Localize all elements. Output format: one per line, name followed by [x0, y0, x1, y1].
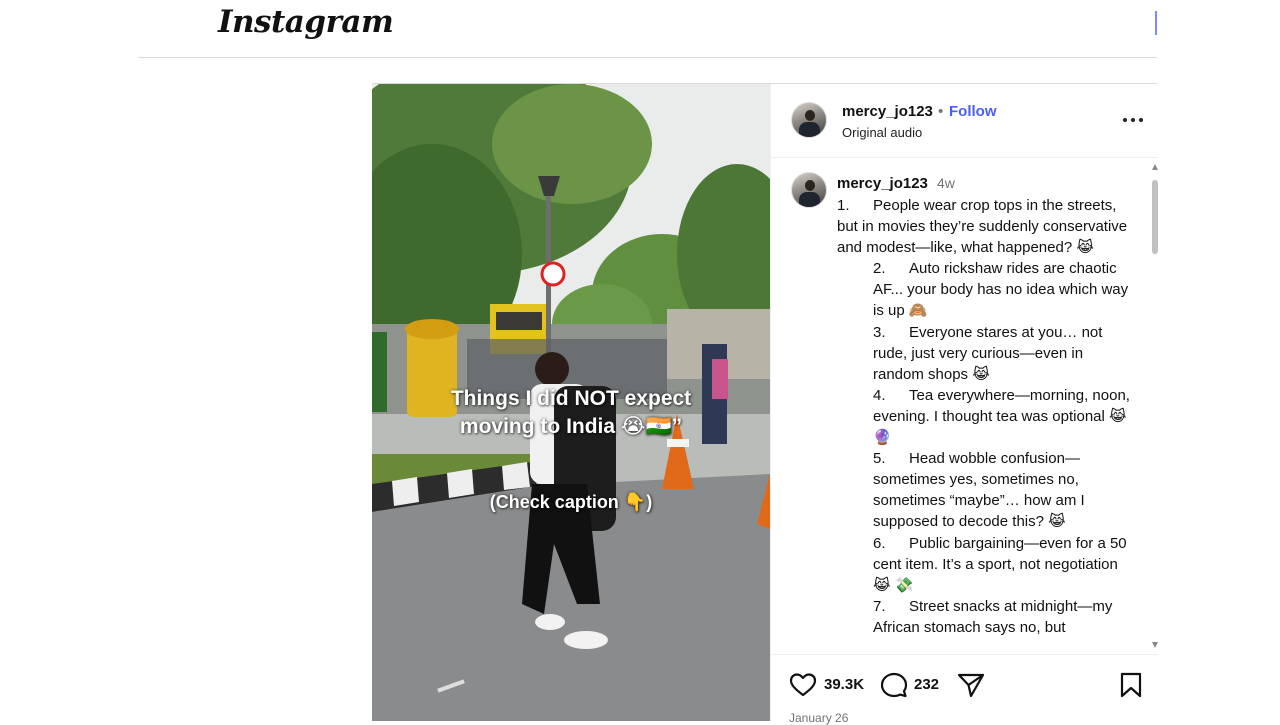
share-icon[interactable]: [957, 672, 985, 698]
caption-item-number: 7.: [873, 597, 886, 615]
caption-item-number: 1.: [837, 197, 850, 214]
caption-item-text: Public bargaining—even for a 50 cent ite…: [873, 534, 1127, 594]
comment-count[interactable]: 232: [914, 676, 939, 693]
caption-item-number: 3.: [873, 323, 886, 341]
top-divider: [138, 57, 1157, 58]
author-username[interactable]: mercy_jo123: [842, 103, 933, 120]
post-dialog: Things I did NOT expect moving to India …: [372, 83, 1158, 725]
caption-list-item: 7. Street snacks at midnight—my African s…: [837, 596, 1137, 638]
action-bar: 39.3K 232 January 26: [771, 654, 1158, 725]
post-date[interactable]: January 26: [789, 711, 848, 725]
caption-text: 1. People wear crop tops in the streets, …: [837, 195, 1137, 654]
audio-link[interactable]: Original audio: [842, 125, 922, 140]
post-side-panel: mercy_jo123 • Follow Original audio merc…: [770, 84, 1158, 725]
scroll-thumb[interactable]: [1152, 180, 1158, 254]
video-overlay-subtitle: (Check caption 👇): [489, 492, 653, 512]
caption-scrollbar[interactable]: [1152, 164, 1158, 654]
caption-item-text: Tea everywhere—morning, noon, evening. I…: [873, 386, 1130, 447]
caption-time[interactable]: 4w: [937, 175, 955, 191]
caption-list-item: 4. Tea everywhere—morning, noon, evening.…: [837, 385, 1137, 448]
author-avatar[interactable]: [791, 102, 827, 138]
overlay-title-line-1: Things I did NOT expect: [450, 387, 692, 410]
caption-item-text: Street snacks at midnight—my African sto…: [873, 597, 1113, 636]
post-video[interactable]: Things I did NOT expect moving to India …: [372, 84, 770, 721]
bookmark-icon[interactable]: [1119, 672, 1143, 698]
caption-item-number: 5.: [873, 450, 886, 468]
caption-list-item: 3. Everyone stares at you… not rude, just…: [837, 322, 1137, 385]
more-options-icon[interactable]: [1121, 110, 1145, 130]
scroll-down-arrow-icon[interactable]: [1152, 642, 1158, 648]
caption-username[interactable]: mercy_jo123: [837, 175, 928, 192]
caption-item-number: 4.: [873, 386, 886, 404]
scroll-up-arrow-icon[interactable]: [1152, 164, 1158, 170]
follow-button[interactable]: Follow: [949, 103, 997, 120]
separator-dot: •: [938, 103, 944, 120]
heart-icon[interactable]: [789, 672, 817, 698]
caption-author-avatar[interactable]: [791, 172, 827, 208]
caption-item-number: 2.: [873, 260, 886, 278]
caption-list-item: 6. Public bargaining—even for a 50 cent i…: [837, 533, 1137, 596]
post-header: mercy_jo123 • Follow Original audio: [771, 84, 1158, 158]
like-count[interactable]: 39.3K: [824, 676, 864, 693]
caption-list-item: 1. People wear crop tops in the streets, …: [837, 195, 1137, 258]
edge-mark: [1155, 11, 1157, 35]
comment-icon[interactable]: [880, 672, 908, 698]
caption-item-number: 6.: [873, 534, 886, 552]
caption-list-item: 2. Auto rickshaw rides are chaotic AF... …: [837, 258, 1137, 321]
video-overlay-title: Things I did NOT expect moving to India …: [372, 385, 770, 441]
caption-item-text: Auto rickshaw rides are chaotic AF... yo…: [873, 260, 1129, 320]
overlay-title-line-2: moving to India 😭🇮🇳”: [459, 415, 683, 438]
caption-list-item: 5. Head wobble confusion—sometimes yes, s…: [837, 448, 1137, 532]
caption-item-text: People wear crop tops in the streets, bu…: [837, 197, 1128, 257]
instagram-logo[interactable]: Instagram: [218, 4, 394, 40]
top-bar: Instagram: [0, 0, 1280, 58]
